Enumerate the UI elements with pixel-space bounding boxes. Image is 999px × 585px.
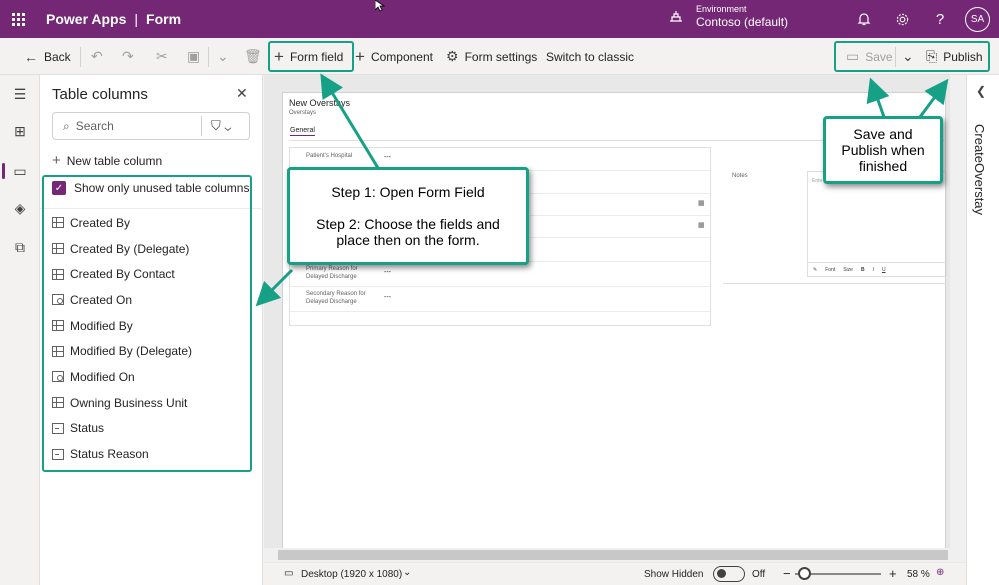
format-painter-icon[interactable]: ✎ bbox=[813, 267, 817, 273]
underline-button[interactable]: U bbox=[882, 267, 886, 273]
field-label: Primary Reason for Delayed Discharge bbox=[306, 266, 358, 280]
plus-icon: + bbox=[355, 46, 365, 66]
notes-label: Notes bbox=[732, 173, 748, 179]
app-name[interactable]: Power Apps bbox=[46, 11, 126, 27]
zoom-value: 58 % bbox=[907, 569, 930, 580]
font-size-select[interactable]: Size bbox=[843, 267, 853, 273]
user-avatar[interactable]: SA bbox=[965, 7, 990, 32]
scrollbar-thumb[interactable] bbox=[278, 550, 948, 560]
components-icon[interactable]: ⊞ bbox=[0, 116, 40, 146]
desktop-monitor-icon[interactable]: ▭ bbox=[284, 568, 293, 579]
back-arrow-icon: ← bbox=[24, 48, 38, 65]
help-icon[interactable]: ? bbox=[931, 10, 949, 28]
rich-text-toolbar: ✎ Font Size B I U bbox=[807, 262, 947, 277]
zoom-slider-handle[interactable] bbox=[798, 567, 811, 580]
show-hidden-toggle[interactable] bbox=[713, 566, 745, 582]
notes-placeholder: Ente bbox=[812, 178, 823, 184]
top-app-bar: Power Apps | Form Environment Contoso (d… bbox=[0, 0, 999, 38]
italic-button[interactable]: I bbox=[873, 267, 874, 273]
environment-label: Environment bbox=[696, 4, 747, 14]
zoom-in-button[interactable]: + bbox=[889, 566, 897, 581]
step-1-text: Step 1: Open Form Field bbox=[331, 184, 485, 200]
undo-icon[interactable]: ↶ bbox=[91, 38, 109, 75]
back-button[interactable]: ← Back bbox=[24, 38, 71, 75]
paste-icon[interactable]: ▣ bbox=[187, 38, 206, 75]
field-value: --- bbox=[384, 294, 391, 301]
step-instructions-callout: Step 1: Open Form Field Step 2: Choose t… bbox=[287, 167, 529, 265]
form-field-highlight bbox=[268, 41, 354, 72]
device-size-select[interactable]: Desktop (1920 x 1080) bbox=[301, 569, 402, 580]
close-icon[interactable]: ✕ bbox=[236, 85, 248, 102]
search-icon: ⌕ bbox=[63, 118, 70, 133]
chevron-down-icon[interactable]: ⌄ bbox=[217, 38, 235, 75]
tree-view-layers-icon[interactable]: ◈ bbox=[0, 193, 40, 223]
divider bbox=[201, 116, 202, 136]
switch-to-classic-button[interactable]: Switch to classic bbox=[546, 38, 634, 75]
environment-icon bbox=[670, 11, 682, 22]
field-value: --- bbox=[384, 269, 391, 276]
hamburger-menu-icon[interactable]: ☰ bbox=[0, 79, 40, 109]
chevron-down-icon[interactable]: ⌄ bbox=[403, 567, 411, 578]
field-label: Patient's Hospital bbox=[306, 153, 353, 159]
toggle-state: Off bbox=[752, 569, 766, 580]
new-table-column-button[interactable]: + New table column bbox=[52, 152, 162, 169]
field-label: Secondary Reason for Delayed Discharge bbox=[306, 291, 366, 305]
redo-icon[interactable]: ↷ bbox=[122, 38, 140, 75]
notifications-bell-icon[interactable] bbox=[855, 10, 873, 28]
page-name: Form bbox=[146, 11, 182, 27]
panel-title: Table columns bbox=[52, 86, 148, 103]
field-value: --- bbox=[384, 154, 391, 161]
title-separator: | bbox=[134, 11, 139, 27]
calendar-icon: ▦ bbox=[698, 222, 705, 229]
delete-icon[interactable]: 🗑 bbox=[244, 38, 268, 75]
calendar-icon: ▦ bbox=[698, 200, 705, 207]
left-nav-rail: ☰ ⊞ ▭ ◈ ⧉ bbox=[0, 75, 40, 585]
component-button[interactable]: + Component bbox=[355, 38, 433, 75]
form-subtitle: Overstays bbox=[289, 110, 317, 116]
filter-icon[interactable]: ⛉ ⌄ bbox=[211, 118, 231, 134]
form-settings-icon: ⚙ bbox=[446, 48, 459, 64]
properties-pane-title: CreateOverstay bbox=[972, 124, 987, 216]
mouse-cursor-icon bbox=[375, 0, 385, 12]
divider bbox=[723, 283, 946, 284]
divider bbox=[208, 47, 209, 67]
search-input[interactable]: ⌕ Search ⛉ ⌄ bbox=[52, 112, 250, 140]
bold-button[interactable]: B bbox=[861, 267, 865, 273]
environment-picker[interactable]: Environment Contoso (default) bbox=[668, 4, 788, 30]
form-title: New Overstays bbox=[289, 98, 351, 108]
settings-gear-icon[interactable] bbox=[893, 10, 911, 28]
save-publish-callout: Save and Publish when finished bbox=[823, 116, 943, 184]
cut-icon[interactable]: ✂ bbox=[156, 38, 174, 75]
step-2-text: Step 2: Choose the fields and place then… bbox=[316, 216, 500, 248]
environment-value: Contoso (default) bbox=[696, 15, 789, 29]
plus-icon: + bbox=[52, 152, 61, 169]
search-placeholder: Search bbox=[75, 119, 114, 133]
show-hidden-label: Show Hidden bbox=[644, 569, 704, 580]
component-label: Component bbox=[370, 49, 433, 64]
new-table-column-label: New table column bbox=[66, 153, 163, 168]
form-field-row[interactable]: Secondary Reason for Delayed Discharge -… bbox=[290, 287, 710, 312]
tab-general[interactable]: General bbox=[290, 127, 315, 136]
table-columns-highlight bbox=[42, 175, 252, 472]
fit-to-width-icon[interactable]: ⊕ bbox=[936, 567, 944, 578]
save-publish-text: Save and Publish when finished bbox=[841, 126, 925, 174]
zoom-out-button[interactable]: − bbox=[783, 566, 791, 581]
save-publish-highlight bbox=[834, 41, 990, 72]
form-field-row[interactable]: Primary Reason for Delayed Discharge --- bbox=[290, 262, 710, 287]
back-label: Back bbox=[44, 49, 71, 64]
form-settings-label: Form settings bbox=[464, 49, 538, 64]
font-select[interactable]: Font bbox=[825, 267, 835, 273]
switch-to-classic-label: Switch to classic bbox=[546, 49, 635, 64]
divider bbox=[80, 47, 81, 67]
vertical-scrollbar[interactable] bbox=[950, 75, 966, 548]
form-settings-button[interactable]: ⚙ Form settings bbox=[446, 38, 537, 75]
table-columns-icon[interactable]: ▭ bbox=[0, 156, 40, 186]
app-launcher-icon[interactable] bbox=[0, 0, 36, 38]
chevron-left-icon[interactable]: ❮ bbox=[976, 84, 986, 98]
form-libraries-icon[interactable]: ⧉ bbox=[0, 232, 40, 262]
